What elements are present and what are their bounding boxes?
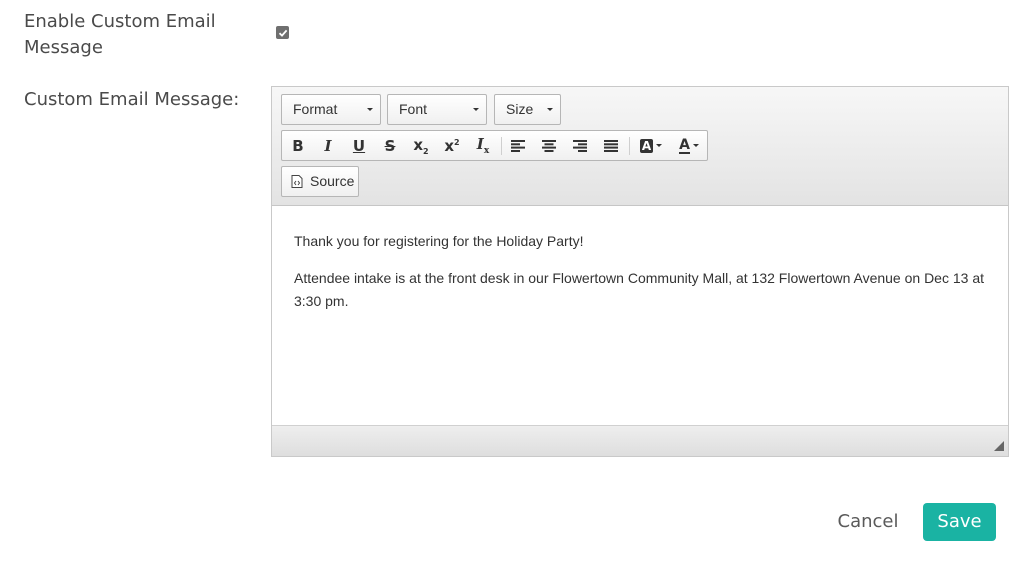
format-dropdown-label: Format bbox=[293, 101, 338, 117]
editor-toolbar: Format Font Size B I U S x2 x2 Ix A A So… bbox=[272, 87, 1008, 206]
align-center-button[interactable] bbox=[535, 131, 563, 160]
italic-icon: I bbox=[324, 136, 332, 155]
source-button[interactable]: Source bbox=[281, 166, 359, 197]
align-justify-icon bbox=[604, 139, 618, 152]
font-dropdown-label: Font bbox=[399, 101, 428, 117]
align-left-icon bbox=[511, 139, 525, 152]
size-dropdown[interactable]: Size bbox=[494, 94, 561, 125]
font-dropdown[interactable]: Font bbox=[387, 94, 487, 125]
text-color-button[interactable]: A bbox=[672, 131, 706, 160]
align-right-icon bbox=[573, 139, 587, 152]
editor-content-area[interactable]: Thank you for registering for the Holida… bbox=[272, 206, 1008, 426]
source-button-label: Source bbox=[310, 173, 355, 189]
italic-button[interactable]: I bbox=[314, 131, 342, 160]
strikethrough-button[interactable]: S bbox=[376, 131, 404, 160]
save-button[interactable]: Save bbox=[923, 503, 996, 541]
chevron-down-icon bbox=[547, 108, 553, 111]
enable-custom-email-label: Enable Custom Email Message bbox=[24, 11, 216, 58]
align-left-button[interactable] bbox=[504, 131, 532, 160]
rich-text-editor: Format Font Size B I U S x2 x2 Ix A A So… bbox=[271, 86, 1009, 457]
subscript-button[interactable]: x2 bbox=[407, 131, 435, 160]
superscript-icon: x2 bbox=[444, 136, 460, 155]
chevron-down-icon bbox=[367, 108, 373, 111]
background-color-button[interactable]: A bbox=[634, 131, 668, 160]
cancel-button[interactable]: Cancel bbox=[830, 508, 906, 536]
chevron-down-icon bbox=[473, 108, 479, 111]
remove-format-icon: Ix bbox=[476, 135, 490, 156]
underline-icon: U bbox=[352, 136, 366, 155]
size-dropdown-label: Size bbox=[506, 101, 534, 117]
bold-icon: B bbox=[292, 136, 304, 155]
enable-custom-email-checkbox[interactable] bbox=[276, 26, 289, 39]
bold-button[interactable]: B bbox=[284, 131, 312, 160]
superscript-button[interactable]: x2 bbox=[438, 131, 466, 160]
align-right-button[interactable] bbox=[566, 131, 594, 160]
format-dropdown[interactable]: Format bbox=[281, 94, 381, 125]
align-center-icon bbox=[542, 139, 556, 152]
editor-paragraph: Attendee intake is at the front desk in … bbox=[294, 270, 984, 309]
text-color-icon: A bbox=[679, 138, 699, 154]
source-document-icon bbox=[291, 175, 303, 188]
strikethrough-icon: S bbox=[384, 136, 396, 155]
check-icon bbox=[278, 29, 287, 37]
align-justify-button[interactable] bbox=[597, 131, 625, 160]
subscript-icon: x2 bbox=[413, 135, 429, 156]
custom-email-message-label: Custom Email Message: bbox=[24, 89, 240, 110]
resize-handle-icon[interactable] bbox=[994, 441, 1004, 451]
toolbar-separator bbox=[629, 137, 630, 155]
toolbar-separator bbox=[501, 137, 502, 155]
format-button-group: B I U S x2 x2 Ix A A bbox=[281, 130, 708, 161]
editor-status-bar bbox=[272, 425, 1008, 456]
editor-paragraph: Thank you for registering for the Holida… bbox=[294, 233, 584, 249]
remove-format-button[interactable]: Ix bbox=[469, 131, 497, 160]
background-color-icon: A bbox=[639, 138, 663, 153]
underline-button[interactable]: U bbox=[345, 131, 373, 160]
